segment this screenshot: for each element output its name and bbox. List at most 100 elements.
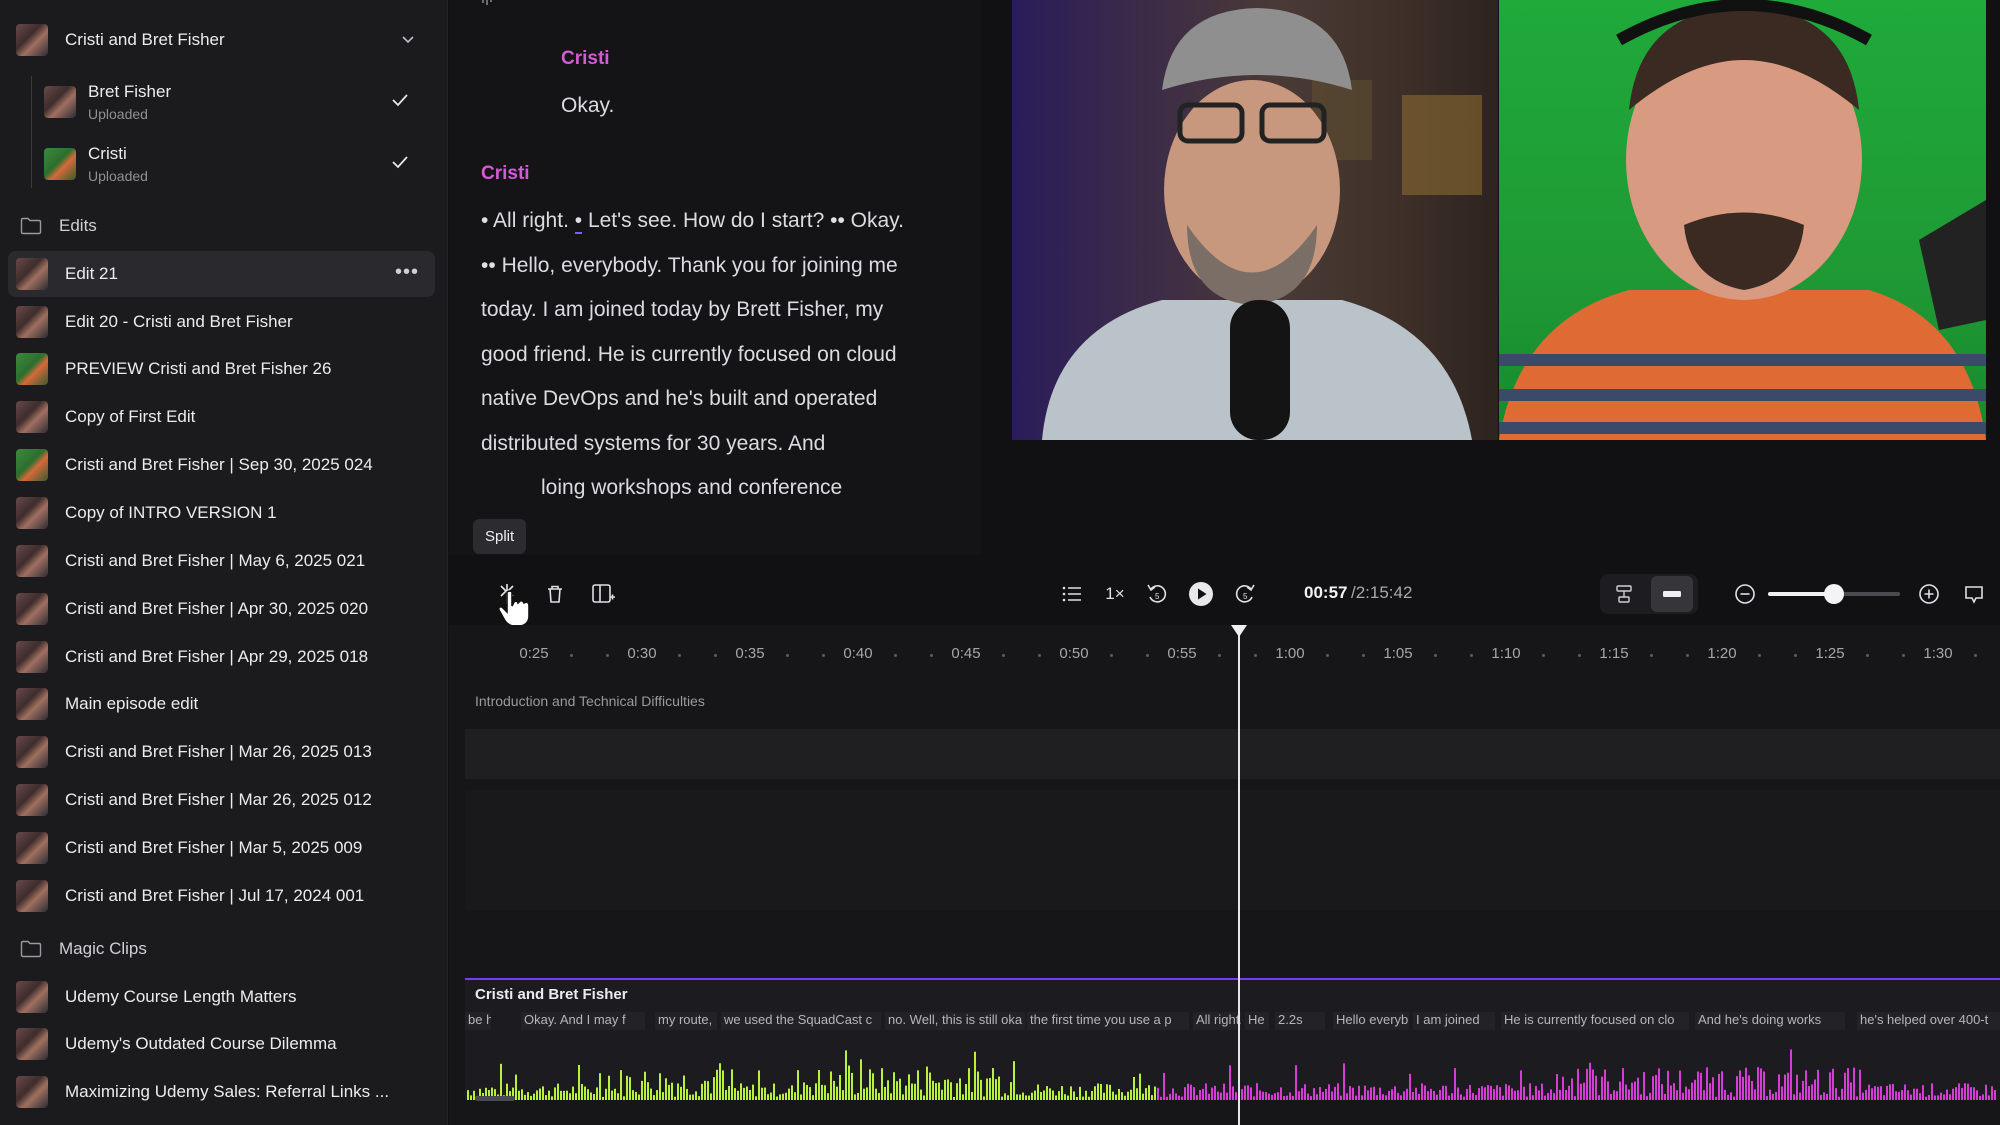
transcript-text[interactable]: Let's see. How do I start? <box>588 209 824 232</box>
waveform-bar <box>1217 1091 1219 1100</box>
waveform-bar <box>848 1065 850 1100</box>
transcript-text[interactable]: Hello, everybody. Thank you for joining … <box>481 254 898 455</box>
waveform-bar <box>1037 1084 1039 1100</box>
word-segment[interactable]: All right. <box>1193 1012 1241 1030</box>
compact-view-button[interactable] <box>1651 576 1693 612</box>
word-segment[interactable]: And he's doing works <box>1695 1012 1845 1030</box>
add-layout-button[interactable] <box>585 576 621 612</box>
waveform-bar <box>1133 1076 1135 1100</box>
waveform-bar <box>1823 1092 1825 1100</box>
play-button[interactable] <box>1183 576 1219 612</box>
waveform-bar <box>1916 1088 1918 1100</box>
waveform-bar <box>1532 1095 1534 1100</box>
folder-magic-clips[interactable]: Magic Clips <box>20 934 147 964</box>
pause-marker[interactable]: •• <box>481 254 496 277</box>
edit-item[interactable]: Cristi and Bret Fisher | Mar 5, 2025 009 <box>8 825 435 871</box>
word-segment[interactable]: he's helped over 400-t <box>1857 1012 2000 1030</box>
edit-item[interactable]: Main episode edit <box>8 681 435 727</box>
chapters-button[interactable] <box>1054 576 1090 612</box>
word-segment[interactable]: He is currently focused on clo <box>1501 1012 1689 1030</box>
clip-item[interactable]: Maximizing Udemy Sales: Referral Links .… <box>8 1069 435 1115</box>
word-segment[interactable]: my route, <box>655 1012 717 1030</box>
zoom-in-button[interactable] <box>1911 576 1947 612</box>
transcript-panel[interactable]: Cristi Okay. Cristi • All right. • Let's… <box>449 0 981 555</box>
edit-item[interactable]: Cristi and Bret Fisher | Jul 17, 2024 00… <box>8 873 435 919</box>
edit-item[interactable]: Cristi and Bret Fisher | May 6, 2025 021 <box>8 538 435 584</box>
waveform-bar <box>1643 1072 1645 1100</box>
chapter-lane[interactable] <box>465 729 2000 779</box>
word-segment[interactable]: no. Well, this is still oka <box>885 1012 1025 1030</box>
waveform-bar <box>1841 1088 1843 1100</box>
more-options-icon[interactable]: ••• <box>395 261 419 284</box>
zoom-out-button[interactable] <box>1727 576 1763 612</box>
transcript-line[interactable]: Okay. <box>561 94 614 118</box>
pause-marker[interactable]: • <box>481 209 488 232</box>
waveform-bar <box>689 1094 691 1100</box>
waveform-bar <box>1397 1092 1399 1100</box>
waveform-bar <box>1358 1085 1360 1100</box>
delete-button[interactable] <box>537 576 573 612</box>
track-item-cristi[interactable]: Cristi Uploaded <box>44 138 414 194</box>
word-segment[interactable]: 2.2s <box>1275 1012 1325 1030</box>
edit-item[interactable]: Edit 20 - Cristi and Bret Fisher <box>8 299 435 345</box>
waveform-bar <box>1763 1071 1765 1100</box>
word-segment[interactable]: be h <box>465 1012 491 1030</box>
edit-item[interactable]: Cristi and Bret Fisher | Sep 30, 2025 02… <box>8 442 435 488</box>
edit-item[interactable]: Cristi and Bret Fisher | Mar 26, 2025 01… <box>8 777 435 823</box>
waveform-bar <box>1601 1076 1603 1100</box>
pause-marker[interactable]: •• <box>830 209 845 232</box>
edit-item[interactable]: Cristi and Bret Fisher | Apr 29, 2025 01… <box>8 634 435 680</box>
tick-dot <box>1902 654 1905 657</box>
waveform-bar <box>1184 1087 1186 1100</box>
waveform-bar <box>572 1086 574 1100</box>
edit-item-active[interactable]: Edit 21 ••• <box>8 251 435 297</box>
waveform-bar <box>1487 1085 1489 1100</box>
track-item-bret[interactable]: Bret Fisher Uploaded <box>44 76 414 132</box>
timeline-scrollbar[interactable] <box>475 1096 515 1101</box>
transcript-text[interactable]: Okay. <box>851 209 904 232</box>
playhead[interactable] <box>1238 625 1240 1125</box>
clip-item[interactable]: Udemy Course Length Matters <box>8 974 435 1020</box>
word-segment[interactable]: I am joined <box>1413 1012 1495 1030</box>
waveform-bar <box>1433 1090 1435 1100</box>
edit-item[interactable]: Copy of First Edit <box>8 394 435 440</box>
chapter-title[interactable]: Introduction and Technical Difficulties <box>475 693 705 709</box>
transcript-text[interactable]: loing workshops and conference <box>481 476 842 499</box>
waveform-bar <box>527 1092 529 1100</box>
waveform-bar <box>1043 1090 1045 1100</box>
audio-track[interactable]: Cristi and Bret Fisher be h Okay. And I m… <box>465 978 2000 1100</box>
expanded-view-button[interactable] <box>1606 576 1642 612</box>
zoom-slider-handle[interactable] <box>1824 584 1844 604</box>
forward-5-button[interactable]: 5 <box>1227 576 1263 612</box>
rewind-5-button[interactable]: 5 <box>1139 576 1175 612</box>
zoom-slider[interactable] <box>1768 584 1900 604</box>
edit-item[interactable]: Cristi and Bret Fisher | Apr 30, 2025 02… <box>8 586 435 632</box>
edit-item[interactable]: PREVIEW Cristi and Bret Fisher 26 <box>8 346 435 392</box>
video-preview[interactable] <box>1012 0 1986 440</box>
word-segment[interactable]: He <box>1245 1012 1269 1030</box>
cursor-pause-marker[interactable]: • <box>574 209 583 234</box>
waveform-bar <box>1925 1096 1927 1100</box>
word-segment[interactable]: we used the SquadCast c <box>721 1012 881 1030</box>
clip-item[interactable]: Udemy's Outdated Course Dilemma <box>8 1021 435 1067</box>
word-segment[interactable]: the first time you use a p <box>1027 1012 1189 1030</box>
playback-speed-button[interactable]: 1× <box>1097 576 1133 612</box>
folder-edits[interactable]: Edits <box>20 211 97 241</box>
word-segment[interactable]: Hello everyb <box>1333 1012 1409 1030</box>
word-segment[interactable]: Okay. And I may f <box>521 1012 645 1030</box>
chevron-down-icon[interactable] <box>399 30 417 53</box>
project-group-row[interactable]: Cristi and Bret Fisher <box>8 17 435 63</box>
waveform-bar <box>1256 1083 1258 1100</box>
transcript-text[interactable]: All right. <box>493 209 569 232</box>
transcript-paragraph[interactable]: • All right. • Let's see. How do I start… <box>481 199 921 511</box>
captions-button[interactable] <box>1956 576 1992 612</box>
edit-item-label: Copy of INTRO VERSION 1 <box>65 503 277 522</box>
edit-item[interactable]: Copy of INTRO VERSION 1 <box>8 490 435 536</box>
edit-item[interactable]: Cristi and Bret Fisher | Mar 26, 2025 01… <box>8 729 435 775</box>
waveform-bar <box>1316 1094 1318 1100</box>
waveform-bar <box>710 1093 712 1100</box>
playhead-handle[interactable] <box>1231 625 1247 637</box>
timeline[interactable]: 0:25 0:30 0:35 0:40 0:45 0:50 0:55 1:00 1:05 1:10… <box>449 625 2000 1125</box>
audio-waveform[interactable] <box>465 1038 2000 1100</box>
waveform-bar <box>596 1087 598 1100</box>
